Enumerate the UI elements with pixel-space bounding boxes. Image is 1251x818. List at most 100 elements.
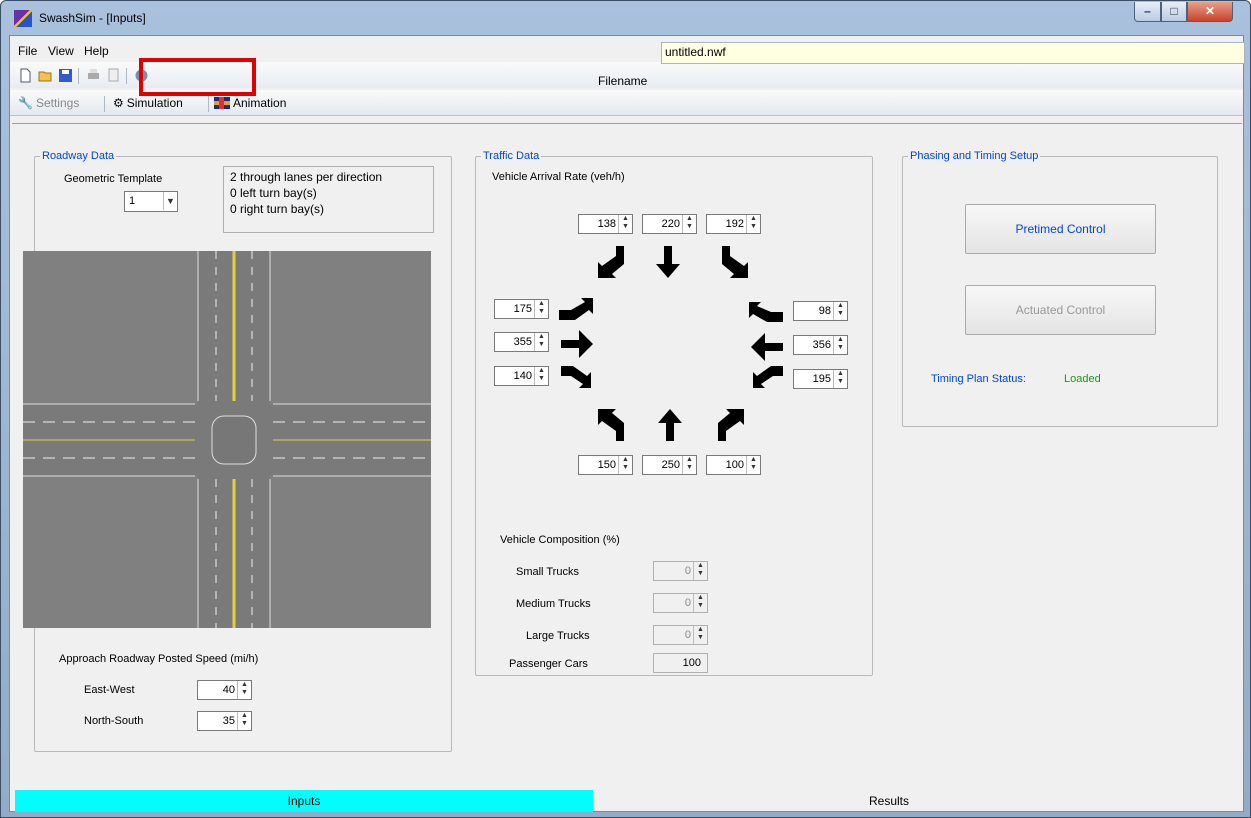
small-trucks-value: 0 bbox=[684, 565, 691, 577]
traffic-data-legend: Traffic Data bbox=[483, 150, 540, 162]
spin-arrows-icon[interactable]: ▲ ▼ bbox=[682, 215, 696, 233]
small-trucks-input[interactable]: 0 ▲ ▼ bbox=[653, 561, 708, 581]
tab-inputs[interactable]: Inputs bbox=[15, 790, 593, 812]
spin-arrows-icon[interactable]: ▲ ▼ bbox=[833, 336, 847, 354]
posted-speed-title: Approach Roadway Posted Speed (mi/h) bbox=[59, 653, 259, 665]
volume-value: 250 bbox=[661, 459, 680, 471]
title-bar[interactable]: SwashSim - [Inputs] – □ ✕ bbox=[1, 1, 1250, 35]
passenger-cars-value: 100 bbox=[653, 653, 708, 673]
southbound-right-arrow-icon bbox=[598, 246, 624, 278]
west-right-volume-input[interactable]: 140 ▲ ▼ bbox=[494, 366, 549, 386]
open-folder-icon[interactable] bbox=[38, 68, 53, 83]
menu-help[interactable]: Help bbox=[84, 44, 109, 58]
gear-icon: ⚙ bbox=[113, 96, 124, 110]
east-right-volume-input[interactable]: 98 ▲ ▼ bbox=[793, 301, 848, 321]
minimize-button[interactable]: – bbox=[1134, 2, 1161, 22]
south-left-volume-input[interactable]: 150 ▲ ▼ bbox=[578, 455, 633, 475]
simulation-button[interactable]: ⚙ Simulation bbox=[113, 96, 183, 110]
template-info-box: 2 through lanes per direction 0 left tur… bbox=[223, 166, 434, 233]
spin-arrows-icon[interactable]: ▲ ▼ bbox=[618, 215, 632, 233]
north-right-volume-input[interactable]: 192 ▲ ▼ bbox=[706, 214, 761, 234]
spin-arrows-icon[interactable]: ▲ ▼ bbox=[534, 367, 548, 385]
northbound-left-arrow-icon bbox=[598, 409, 624, 441]
print-preview-icon[interactable] bbox=[106, 68, 121, 83]
animation-button[interactable]: Animation bbox=[214, 96, 286, 110]
spin-arrows-icon[interactable]: ▲ ▼ bbox=[237, 712, 251, 730]
app-window: SwashSim - [Inputs] – □ ✕ File View Help… bbox=[0, 0, 1251, 818]
spin-arrows-icon[interactable]: ▲ ▼ bbox=[833, 302, 847, 320]
east-west-label: East-West bbox=[84, 684, 135, 696]
volume-value: 100 bbox=[725, 459, 744, 471]
spin-arrows-icon[interactable]: ▲ ▼ bbox=[618, 456, 632, 474]
east-left-volume-input[interactable]: 195 ▲ ▼ bbox=[793, 369, 848, 389]
west-left-volume-input[interactable]: 175 ▲ ▼ bbox=[494, 299, 549, 319]
simulation-label: Simulation bbox=[126, 96, 183, 110]
large-trucks-value: 0 bbox=[684, 629, 691, 641]
phasing-timing-legend: Phasing and Timing Setup bbox=[910, 150, 1039, 162]
info-line: 0 left turn bay(s) bbox=[230, 186, 317, 200]
toolbar-separator bbox=[78, 68, 79, 84]
north-through-volume-input[interactable]: 220 ▲ ▼ bbox=[642, 214, 697, 234]
toolbar-separator bbox=[126, 68, 127, 84]
spin-arrows-icon[interactable]: ▲ ▼ bbox=[693, 594, 707, 612]
settings-label: Settings bbox=[35, 96, 80, 110]
volume-value: 195 bbox=[812, 373, 831, 385]
west-through-volume-input[interactable]: 355 ▲ ▼ bbox=[494, 332, 549, 352]
maximize-button[interactable]: □ bbox=[1161, 2, 1187, 22]
east-west-speed-value: 40 bbox=[222, 684, 235, 696]
westbound-through-arrow-icon bbox=[751, 333, 783, 361]
medium-trucks-input[interactable]: 0 ▲ ▼ bbox=[653, 593, 708, 613]
actuated-control-button[interactable]: Actuated Control bbox=[965, 285, 1156, 335]
southbound-through-arrow-icon bbox=[656, 246, 680, 278]
spin-arrows-icon[interactable]: ▲ ▼ bbox=[534, 333, 548, 351]
volume-value: 356 bbox=[812, 339, 831, 351]
spin-arrows-icon[interactable]: ▲ ▼ bbox=[833, 370, 847, 388]
geometric-template-select[interactable]: 1 ▼ bbox=[124, 191, 178, 212]
westbound-right-arrow-icon bbox=[749, 302, 783, 322]
volume-value: 138 bbox=[597, 218, 616, 230]
small-trucks-label: Small Trucks bbox=[516, 566, 579, 578]
client-area: File View Help Filename untitled.nwf 🔧 Se… bbox=[9, 35, 1245, 812]
timing-plan-status-value: Loaded bbox=[1064, 373, 1101, 385]
spin-arrows-icon[interactable]: ▲ ▼ bbox=[746, 456, 760, 474]
arrival-rate-title: Vehicle Arrival Rate (veh/h) bbox=[492, 171, 625, 183]
chevron-down-icon: ▼ bbox=[163, 192, 177, 210]
settings-button[interactable]: 🔧 Settings bbox=[18, 96, 79, 110]
inputs-panel: Roadway Data Geometric Template 1 ▼ 2 th… bbox=[12, 123, 1242, 783]
spin-arrows-icon[interactable]: ▲ ▼ bbox=[237, 681, 251, 699]
window-title: SwashSim - [Inputs] bbox=[39, 11, 146, 25]
pretimed-control-button[interactable]: Pretimed Control bbox=[965, 204, 1156, 254]
filename-field[interactable]: untitled.nwf bbox=[661, 42, 1245, 64]
northbound-through-arrow-icon bbox=[658, 409, 682, 441]
spin-arrows-icon[interactable]: ▲ ▼ bbox=[534, 300, 548, 318]
save-icon[interactable] bbox=[58, 68, 73, 83]
geometric-template-label: Geometric Template bbox=[64, 173, 163, 185]
north-left-volume-input[interactable]: 138 ▲ ▼ bbox=[578, 214, 633, 234]
volume-value: 220 bbox=[661, 218, 680, 230]
spin-arrows-icon[interactable]: ▲ ▼ bbox=[746, 215, 760, 233]
menu-file[interactable]: File bbox=[18, 44, 37, 58]
animation-label: Animation bbox=[233, 96, 287, 110]
large-trucks-input[interactable]: 0 ▲ ▼ bbox=[653, 625, 708, 645]
vehicle-composition-title: Vehicle Composition (%) bbox=[500, 534, 620, 546]
menu-view[interactable]: View bbox=[48, 44, 74, 58]
volume-value: 192 bbox=[725, 218, 744, 230]
east-through-volume-input[interactable]: 356 ▲ ▼ bbox=[793, 335, 848, 355]
close-button[interactable]: ✕ bbox=[1187, 2, 1233, 22]
info-line: 2 through lanes per direction bbox=[230, 170, 383, 184]
toolbar-separator bbox=[208, 96, 209, 112]
volume-value: 140 bbox=[513, 370, 532, 382]
timing-plan-status-label: Timing Plan Status: bbox=[931, 373, 1026, 385]
northbound-right-arrow-icon bbox=[718, 409, 744, 441]
north-south-speed-input[interactable]: 35 ▲ ▼ bbox=[197, 711, 252, 731]
new-file-icon[interactable] bbox=[18, 68, 33, 83]
tab-results[interactable]: Results bbox=[597, 790, 1181, 812]
spin-arrows-icon[interactable]: ▲ ▼ bbox=[693, 562, 707, 580]
east-west-speed-input[interactable]: 40 ▲ ▼ bbox=[197, 680, 252, 700]
spin-arrows-icon[interactable]: ▲ ▼ bbox=[682, 456, 696, 474]
south-through-volume-input[interactable]: 250 ▲ ▼ bbox=[642, 455, 697, 475]
spin-arrows-icon[interactable]: ▲ ▼ bbox=[693, 626, 707, 644]
intersection-diagram bbox=[23, 251, 431, 628]
print-icon[interactable] bbox=[86, 68, 101, 83]
south-right-volume-input[interactable]: 100 ▲ ▼ bbox=[706, 455, 761, 475]
